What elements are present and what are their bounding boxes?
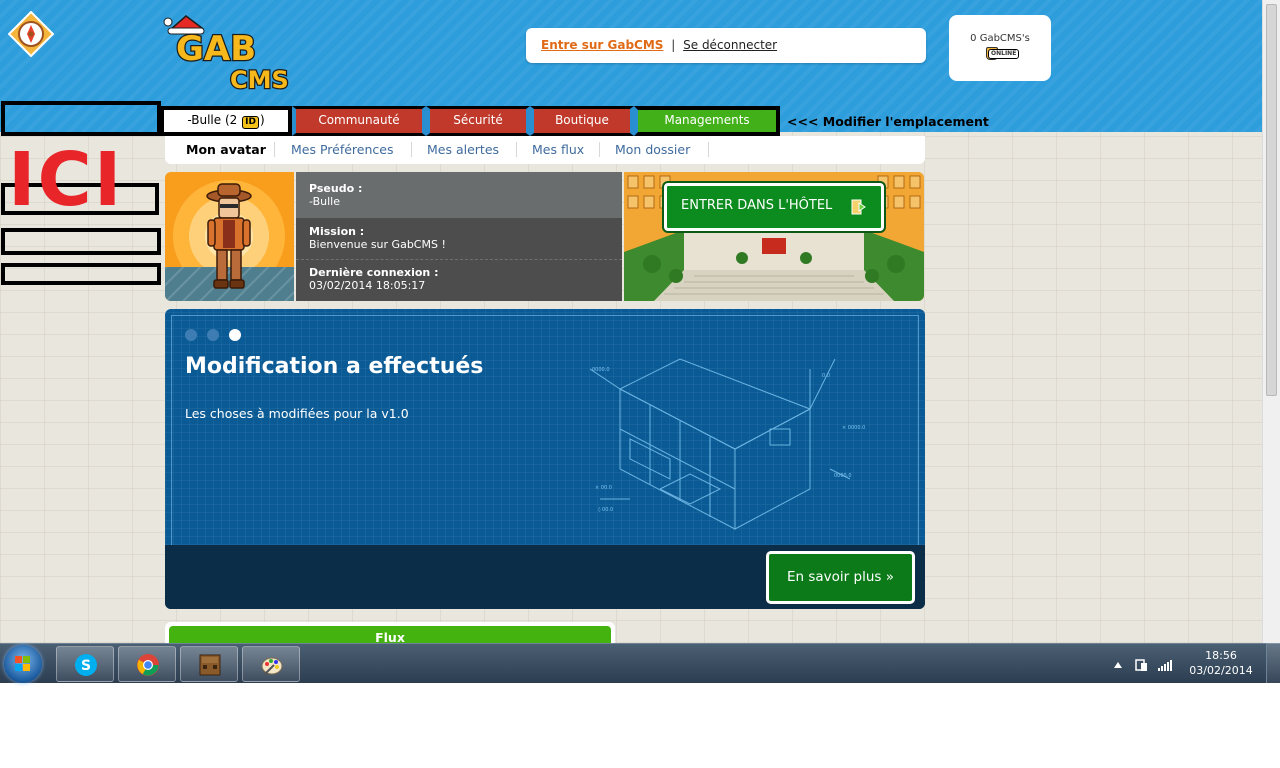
tab-managements[interactable]: Managements — [634, 106, 780, 136]
subnav-mon-dossier[interactable]: Mon dossier — [615, 142, 690, 157]
tab-user[interactable]: -Bulle (2 ID) — [160, 106, 292, 136]
subnav-divider — [708, 142, 709, 157]
taskbar-chrome[interactable] — [118, 646, 176, 682]
taskbar-skype[interactable]: S — [56, 646, 114, 682]
subnav-mon-avatar[interactable]: Mon avatar — [186, 142, 266, 157]
pseudo-value: -Bulle — [309, 195, 340, 208]
avatar-panel[interactable] — [165, 172, 294, 301]
browser-viewport: GAB CMS Entre sur GabCMS | Se déconnecte… — [0, 0, 1280, 643]
carousel-dot-3[interactable] — [229, 329, 241, 341]
vertical-scrollbar[interactable] — [1262, 0, 1280, 643]
tab-user-name: -Bulle — [187, 113, 222, 127]
annotation-box-1 — [1, 101, 161, 136]
svg-text:S: S — [81, 658, 91, 674]
flux-title: Flux — [169, 626, 611, 643]
clock-date: 03/02/2014 — [1189, 664, 1253, 677]
windows-taskbar: S — [0, 643, 1280, 683]
subnav-mes-flux[interactable]: Mes flux — [532, 142, 584, 157]
credits-text: 0 GabCMS's — [970, 33, 1030, 44]
last-login-row: Dernière connexion : 03/02/2014 18:05:17 — [296, 260, 622, 301]
banner-title: Modification a effectués — [185, 354, 484, 379]
mission-value: Bienvenue sur GabCMS ! — [309, 238, 446, 251]
svg-text:0000.0: 0000.0 — [592, 367, 610, 373]
svg-text:× 0000.0: × 0000.0 — [842, 425, 865, 431]
scrollbar-thumb[interactable] — [1266, 4, 1277, 396]
gabcms-logo[interactable]: GAB CMS — [162, 14, 302, 94]
online-status: ONLINE — [980, 47, 1020, 61]
pseudo-label: Pseudo : — [309, 182, 363, 195]
mission-row: Mission : Bienvenue sur GabCMS ! — [296, 218, 622, 260]
last-login-label: Dernière connexion : — [309, 266, 439, 279]
avatar-figure — [206, 183, 252, 289]
sub-nav: Mon avatar Mes Préférences Mes alertes M… — [165, 136, 925, 164]
show-desktop-button[interactable] — [1266, 643, 1280, 683]
online-label: ONLINE — [988, 49, 1020, 59]
svg-text:0000.0: 0000.0 — [834, 473, 852, 479]
svg-text:0.0: 0.0 — [822, 373, 830, 379]
start-button[interactable] — [4, 645, 42, 683]
tab-securite[interactable]: Sécurité — [426, 106, 530, 136]
svg-text:◊ 00.0: ◊ 00.0 — [598, 506, 613, 513]
last-login-value: 03/02/2014 18:05:17 — [309, 279, 426, 292]
mission-label: Mission : — [309, 225, 365, 238]
modify-location-note: <<< Modifier l'emplacement — [787, 114, 989, 129]
banner-subtitle: Les choses à modifiées pour la v1.0 — [185, 406, 409, 421]
flux-panel: Flux — [165, 622, 615, 643]
profile-info-panel: Pseudo : -Bulle Mission : Bienvenue sur … — [296, 172, 622, 301]
user-links-bar: Entre sur GabCMS | Se déconnecter — [526, 28, 926, 63]
svg-text:CMS: CMS — [230, 66, 289, 94]
logout-link[interactable]: Se déconnecter — [683, 38, 777, 52]
windows-logo-icon — [15, 656, 30, 671]
enter-hotel-link[interactable]: Entre sur GabCMS — [541, 38, 663, 52]
tab-communaute[interactable]: Communauté — [292, 106, 426, 136]
taskbar-clock[interactable]: 18:56 03/02/2014 — [1186, 648, 1256, 678]
enter-arrow-icon — [851, 199, 866, 215]
subnav-divider — [411, 142, 412, 157]
clock-time: 18:56 — [1205, 649, 1237, 662]
svg-text:× 00.0: × 00.0 — [595, 485, 612, 491]
subnav-mes-alertes[interactable]: Mes alertes — [427, 142, 499, 157]
minecraft-icon — [199, 654, 221, 676]
link-separator: | — [671, 38, 676, 52]
tray-icons — [1114, 659, 1172, 671]
taskbar-paint[interactable] — [242, 646, 300, 682]
credits-box[interactable]: 0 GabCMS's ONLINE — [949, 15, 1051, 81]
network-signal-icon — [1158, 660, 1172, 671]
subnav-divider — [274, 142, 275, 157]
carousel-dot-1[interactable] — [185, 329, 197, 341]
learn-more-button[interactable]: En savoir plus » — [766, 551, 915, 604]
paint-icon — [261, 657, 283, 676]
tab-boutique[interactable]: Boutique — [530, 106, 634, 136]
annotation-box-4 — [1, 263, 161, 285]
subnav-divider — [599, 142, 600, 157]
pseudo-row: Pseudo : -Bulle — [296, 172, 622, 218]
taskbar-minecraft[interactable] — [180, 646, 238, 682]
id-badge-icon: ID — [242, 116, 259, 129]
svg-text:GAB: GAB — [176, 29, 256, 69]
chrome-icon — [137, 654, 159, 676]
ici-label: ICI — [8, 137, 124, 223]
tab-user-count: 2 — [229, 113, 238, 127]
compass-icon[interactable] — [8, 11, 54, 57]
carousel-dot-2[interactable] — [207, 329, 219, 341]
show-hidden-icons-icon — [1114, 662, 1122, 668]
subnav-divider — [516, 142, 517, 157]
blueprint-room-illustration: 0000.0 0.0 × 0000.0 0000.0 × 00.0 ◊ 00.0 — [590, 358, 865, 530]
subnav-mes-preferences[interactable]: Mes Préférences — [291, 142, 393, 157]
annotation-box-3 — [1, 228, 161, 255]
skype-icon: S — [75, 654, 97, 676]
enter-hotel-label: ENTRER DANS L'HÔTEL — [681, 198, 833, 213]
enter-hotel-button[interactable]: ENTRER DANS L'HÔTEL — [664, 183, 884, 231]
